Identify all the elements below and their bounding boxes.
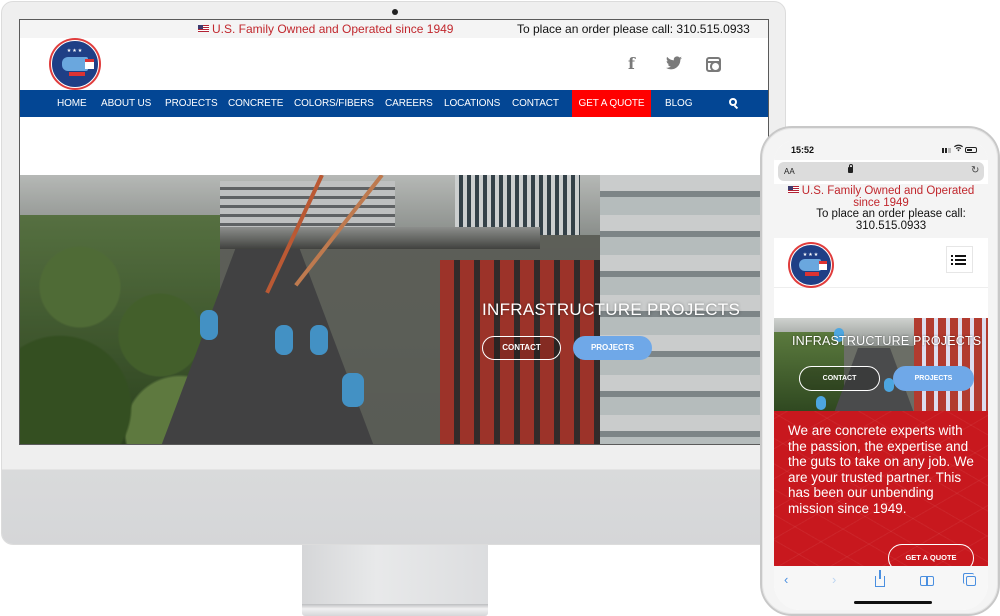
mobile-website: 15:52 AA ↻ U.S. Family Owned and Operate…	[774, 140, 988, 610]
logo-stars: ★★★	[802, 252, 820, 258]
mission-section: We are concrete experts with the passion…	[774, 411, 988, 572]
mobile-projects-button[interactable]: PROJECTS	[893, 366, 974, 391]
camera-icon	[392, 9, 398, 15]
imac-stand-base	[302, 604, 488, 616]
mobile-family-owned-label: U.S. Family Owned and Operated since 194…	[801, 185, 975, 209]
us-flag-icon	[787, 186, 799, 193]
hero-projects-button[interactable]: PROJECTS	[573, 336, 652, 360]
tabs-icon[interactable]	[963, 573, 976, 586]
device-mockup: U.S. Family Owned and Operated since 194…	[0, 0, 1000, 616]
mobile-header: ★★★	[774, 238, 988, 288]
status-bar: 15:52	[774, 140, 988, 160]
nav-about-us[interactable]: ABOUT US	[101, 90, 151, 117]
home-indicator[interactable]	[854, 601, 932, 604]
bookmarks-icon[interactable]	[920, 576, 934, 586]
search-icon[interactable]	[729, 98, 737, 106]
mobile-spacer	[774, 288, 988, 318]
facebook-icon[interactable]: f	[628, 54, 635, 73]
nav-careers[interactable]: CAREERS	[385, 90, 433, 117]
family-owned-text: U.S. Family Owned and Operated since 194…	[198, 22, 453, 36]
order-phone-text: To place an order please call: 310.515.0…	[517, 22, 750, 36]
imac-stand	[302, 545, 488, 607]
top-bar: U.S. Family Owned and Operated since 194…	[20, 20, 768, 38]
truck-cab-icon	[85, 59, 94, 69]
lock-icon	[848, 164, 853, 173]
menu-line	[951, 259, 966, 261]
battery-icon	[965, 147, 977, 153]
main-nav: HOME ABOUT US PROJECTS CONCRETE COLORS/F…	[20, 90, 768, 117]
mobile-contact-button[interactable]: CONTACT	[799, 366, 880, 391]
reload-icon[interactable]: ↻	[971, 165, 979, 176]
imac-device: U.S. Family Owned and Operated since 194…	[0, 0, 787, 616]
family-owned-label: U.S. Family Owned and Operated since 194…	[212, 22, 454, 36]
mobile-family-owned-text: U.S. Family Owned and Operated since 194…	[780, 185, 982, 209]
logo-emblem: ★★★	[51, 40, 99, 88]
text-size-button[interactable]: AA	[784, 167, 795, 176]
mobile-order-phone-text: To place an order please call: 310.515.0…	[816, 208, 966, 232]
nav-projects[interactable]: PROJECTS	[165, 90, 218, 117]
logo-band	[805, 272, 819, 276]
imac-chin	[2, 469, 785, 544]
nav-locations[interactable]: LOCATIONS	[444, 90, 500, 117]
logo-band	[69, 72, 85, 76]
hero-red-building	[914, 318, 988, 411]
mission-text: We are concrete experts with the passion…	[788, 423, 974, 516]
mobile-hero-title: INFRASTRUCTURE PROJECTS	[792, 334, 982, 348]
nav-concrete[interactable]: CONCRETE	[228, 90, 283, 117]
desktop-website: U.S. Family Owned and Operated since 194…	[19, 19, 769, 445]
logo-stars: ★★★	[66, 48, 84, 54]
forward-icon[interactable]: ›	[832, 572, 836, 587]
hero-banner: INFRASTRUCTURE PROJECTS CONTACT PROJECTS	[20, 175, 768, 444]
site-header: ★★★ f	[20, 38, 768, 90]
wifi-icon	[954, 144, 963, 154]
instagram-icon[interactable]	[706, 57, 721, 72]
iphone-device: 15:52 AA ↻ U.S. Family Owned and Operate…	[760, 126, 1000, 616]
site-logo[interactable]: ★★★	[49, 38, 101, 90]
twitter-icon[interactable]	[666, 56, 682, 72]
status-time: 15:52	[791, 145, 815, 155]
signal-icon	[942, 148, 951, 153]
us-flag-icon	[198, 25, 209, 32]
mobile-hero-banner: INFRASTRUCTURE PROJECTS CONTACT PROJECTS	[774, 318, 988, 411]
truck-cab-icon	[819, 261, 827, 270]
back-icon[interactable]: ‹	[784, 572, 788, 587]
nav-get-a-quote[interactable]: GET A QUOTE	[572, 90, 651, 117]
address-bar[interactable]: AA ↻	[778, 162, 984, 181]
nav-contact[interactable]: CONTACT	[512, 90, 559, 117]
hero-contact-button[interactable]: CONTACT	[482, 336, 561, 360]
share-icon[interactable]	[875, 570, 885, 587]
menu-line	[951, 255, 966, 257]
hero-title: INFRASTRUCTURE PROJECTS	[482, 300, 741, 319]
menu-line	[951, 263, 966, 265]
nav-home[interactable]: HOME	[57, 90, 87, 117]
mobile-site-logo[interactable]: ★★★	[788, 242, 834, 288]
nav-colors-fibers[interactable]: COLORS/FIBERS	[294, 90, 374, 117]
logo-emblem: ★★★	[790, 244, 832, 286]
mixer-truck-icon	[799, 259, 821, 271]
mobile-top-bar: U.S. Family Owned and Operated since 194…	[774, 184, 988, 238]
hamburger-menu-icon[interactable]	[946, 246, 973, 273]
mixer-truck-image	[816, 396, 826, 410]
nav-blog[interactable]: BLOG	[665, 90, 692, 117]
